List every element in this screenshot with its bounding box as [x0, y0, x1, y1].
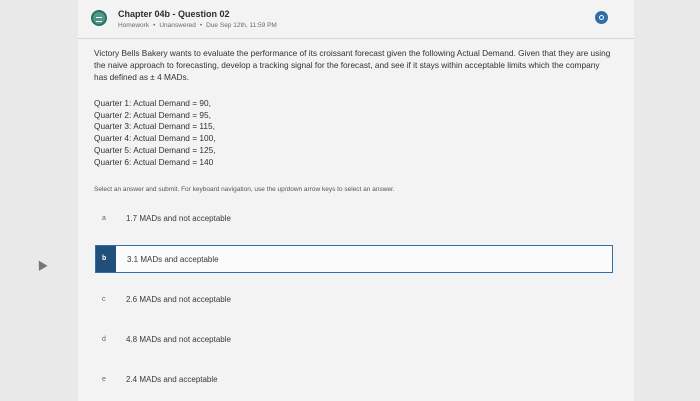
meta-separator: •: [199, 22, 203, 29]
quarter-line: Quarter 5: Actual Demand = 125,: [94, 144, 216, 155]
option-text: 3.1 MADs and acceptable: [127, 255, 219, 264]
option-text: 1.7 MADs and not acceptable: [126, 214, 231, 223]
answer-instruction: Select an answer and submit. For keyboar…: [94, 186, 395, 193]
option-letter: a: [102, 215, 106, 222]
answer-option-a[interactable]: a 1.7 MADs and not acceptable: [95, 205, 613, 233]
question-header: Chapter 04b - Question 02 Homework • Unans…: [78, 0, 634, 39]
page-title: Chapter 04b - Question 02: [118, 9, 230, 19]
answer-option-d[interactable]: d 4.8 MADs and not acceptable: [95, 326, 613, 354]
answer-option-e[interactable]: e 2.4 MADs and acceptable: [95, 366, 613, 394]
mouse-pointer-icon: [34, 258, 48, 271]
meta-status: Unanswered: [159, 22, 196, 29]
option-text: 2.4 MADs and acceptable: [126, 375, 218, 384]
meta-type: Homework: [118, 22, 150, 29]
quarter-line: Quarter 3: Actual Demand = 115,: [94, 121, 215, 132]
question-prompt: Victory Bells Bakery wants to evaluate t…: [94, 48, 611, 82]
quarter-line: Quarter 1: Actual Demand = 90,: [94, 98, 211, 108]
option-text: 4.8 MADs and not acceptable: [126, 335, 231, 344]
question-meta: Homework • Unanswered • Due Sep 12th, 11:59 …: [118, 22, 277, 29]
option-letter: b: [102, 255, 107, 262]
quarter-line: Quarter 4: Actual Demand = 100,: [94, 133, 216, 144]
option-text: 2.6 MADs and not acceptable: [126, 295, 231, 304]
option-letter: e: [102, 376, 106, 383]
option-letter: d: [102, 336, 106, 343]
quarters-list: Quarter 1: Actual Demand = 90, Quarter 2…: [94, 98, 216, 168]
quarter-line: Quarter 6: Actual Demand = 140: [94, 156, 214, 167]
answer-option-c[interactable]: c 2.6 MADs and not acceptable: [95, 286, 613, 314]
meta-due: Due Sep 12th, 11:59 PM: [206, 22, 277, 29]
meta-separator: •: [153, 22, 156, 29]
option-letter: c: [102, 296, 106, 303]
question-page: Chapter 04b - Question 02 Homework • Unans…: [78, 0, 634, 401]
question-type-icon: [91, 10, 107, 26]
answer-option-b[interactable]: b 3.1 MADs and acceptable: [95, 245, 613, 273]
quarter-line: Quarter 2: Actual Demand = 95,: [94, 109, 211, 120]
status-dot-icon[interactable]: [595, 11, 608, 24]
